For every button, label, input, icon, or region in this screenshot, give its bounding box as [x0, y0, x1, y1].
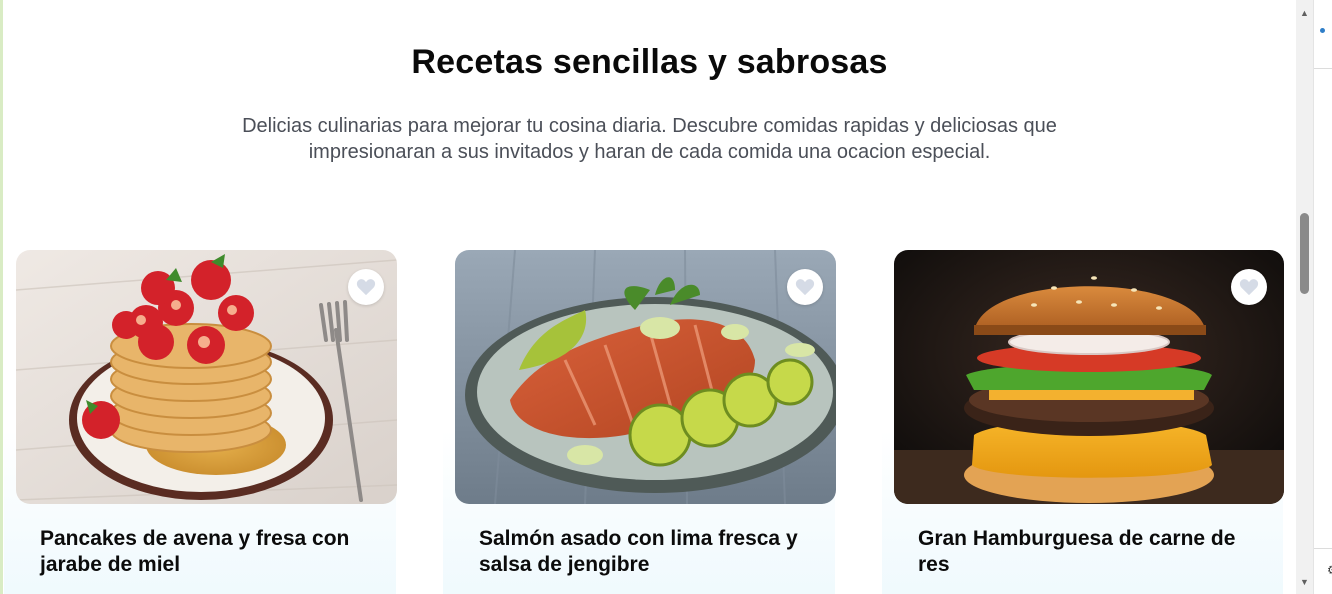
recipe-card-salmon[interactable]: Salmón asado con lima fresca y salsa de …	[443, 250, 836, 594]
heart-icon	[1239, 279, 1259, 296]
recipes-page: Recetas sencillas y sabrosas Delicias cu…	[3, 0, 1296, 594]
recipes-header: Recetas sencillas y sabrosas Delicias cu…	[3, 40, 1296, 165]
beef-burger-photo[interactable]	[894, 250, 1284, 504]
recipe-title[interactable]: Pancakes de avena y fresa con jarabe de …	[40, 526, 380, 578]
scroll-down-arrow-icon[interactable]: ▼	[1296, 573, 1313, 590]
recipe-card-pancakes[interactable]: Pancakes de avena y fresa con jarabe de …	[4, 250, 397, 594]
salmon-photo-illustration	[455, 250, 836, 504]
pancakes-strawberries-photo[interactable]	[16, 250, 397, 504]
side-panel-indicator-icon[interactable]	[1320, 28, 1325, 33]
favorite-button[interactable]	[348, 269, 384, 305]
grilled-salmon-lime-photo[interactable]	[455, 250, 836, 504]
burger-photo-illustration	[894, 250, 1284, 504]
page-subtitle: Delicias culinarias para mejorar tu cosi…	[242, 115, 1057, 163]
scroll-up-arrow-icon[interactable]: ▲	[1296, 4, 1313, 21]
recipe-card-burger[interactable]: Gran Hamburguesa de carne de res	[882, 250, 1284, 594]
side-panel-divider	[1314, 548, 1332, 549]
heart-icon	[795, 279, 815, 296]
recipe-title[interactable]: Gran Hamburguesa de carne de res	[918, 526, 1258, 578]
recipe-title[interactable]: Salmón asado con lima fresca y salsa de …	[479, 526, 819, 578]
favorite-button[interactable]	[787, 269, 823, 305]
heart-icon	[356, 279, 376, 296]
browser-side-panel: ⚙	[1313, 0, 1332, 594]
side-panel-settings-icon[interactable]: ⚙	[1327, 563, 1332, 577]
pancakes-photo-illustration	[16, 250, 397, 504]
scrollbar-thumb[interactable]	[1300, 213, 1309, 294]
vertical-scrollbar[interactable]: ▲ ▼	[1296, 0, 1313, 594]
favorite-button[interactable]	[1231, 269, 1267, 305]
side-panel-divider	[1314, 68, 1332, 69]
page-title: Recetas sencillas y sabrosas	[411, 43, 888, 81]
